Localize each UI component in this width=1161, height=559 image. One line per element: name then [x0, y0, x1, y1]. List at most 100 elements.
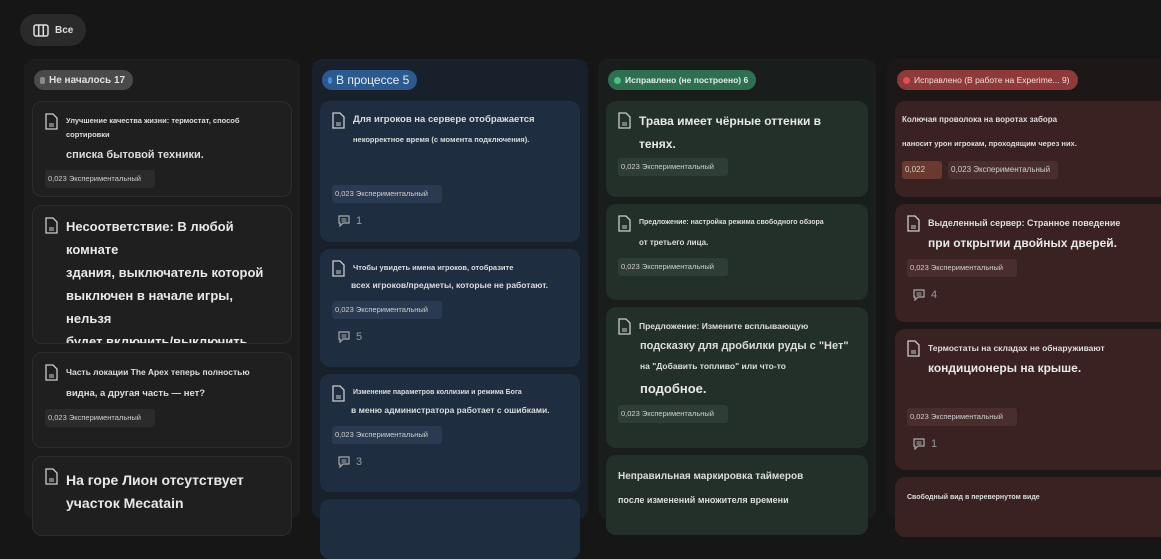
column-fixed-in-experimental: Исправлено (В работе на Experime... 9) К… — [887, 59, 1161, 537]
card-title: Неправильная маркировка таймеров — [618, 471, 804, 482]
issue-card[interactable]: Улучшение качества жизни: термостат, спо… — [32, 101, 292, 197]
version-tag: 0,023 Экспериментальный — [332, 185, 442, 203]
column-title: В процессе 5 — [336, 73, 410, 87]
card-title: Улучшение качества жизни: термостат, спо… — [66, 116, 240, 139]
issue-card[interactable]: Термостаты на складах не обнаруживают ко… — [895, 329, 1161, 470]
issue-card[interactable]: На горе Лион отсутствует участок Mecatai… — [32, 456, 292, 536]
column-title: Исправлено (не построено) 6 — [625, 75, 749, 85]
document-icon — [45, 217, 58, 234]
column-title: Не началось 17 — [49, 74, 126, 86]
card-title-cont: на "Добавить топливо" или что-то — [640, 361, 786, 371]
issue-card[interactable]: Несоответствие: В любой комнате здания, … — [32, 205, 292, 344]
issue-card[interactable]: Предложение: настройка режима свободного… — [606, 204, 868, 300]
comment-count: 3 — [356, 456, 363, 468]
comment-count: 5 — [356, 331, 363, 343]
document-icon — [332, 260, 345, 277]
card-title-cont: в меню администратора работает с ошибкам… — [351, 405, 550, 415]
card-title: Часть локации The Apex теперь полностью — [66, 367, 250, 377]
card-title: Трава имеет чёрные оттенки в — [639, 114, 822, 128]
card-title-cont: выключен в начале игры, нельзя — [66, 288, 233, 326]
status-dot — [328, 76, 332, 84]
issue-card[interactable]: Неправильная маркировка таймеров после и… — [606, 455, 868, 535]
comments-count[interactable]: 3 — [332, 456, 568, 468]
document-icon — [332, 112, 345, 129]
card-title: Предложение: Измените всплывающую — [639, 321, 809, 331]
card-title-cont: после изменений множителя времени — [618, 495, 789, 505]
issue-card[interactable]: Часть локации The Apex теперь полностью … — [32, 352, 292, 448]
card-title-cont: тенях. — [639, 137, 676, 151]
view-all-label: Все — [55, 24, 74, 36]
issue-card[interactable]: Предложение: Измените всплывающую подска… — [606, 307, 868, 448]
comment-icon — [913, 289, 925, 301]
columns-icon — [33, 23, 49, 37]
issue-card[interactable]: Изменение параметров коллизии и режима Б… — [320, 374, 580, 492]
version-tag: 0,023 Экспериментальный — [45, 409, 155, 427]
card-title: Термостаты на складах не обнаруживают — [928, 343, 1105, 353]
status-badge[interactable]: Исправлено (не построено) 6 — [608, 70, 757, 90]
status-dot — [903, 76, 910, 84]
card-title: Предложение: настройка режима свободного… — [639, 219, 824, 226]
card-title: Колючая проволока на воротах забора — [902, 115, 1058, 124]
comments-count[interactable]: 5 — [332, 331, 568, 343]
comments-count[interactable]: 1 — [332, 215, 568, 227]
card-title: Для игроков на сервере отображается — [353, 114, 535, 125]
issue-card[interactable]: Выделенный сервер: Странное поведение пр… — [895, 204, 1161, 322]
status-badge[interactable]: Не началось 17 — [34, 70, 134, 90]
document-icon — [618, 112, 631, 129]
card-title-cont: здания, выключатель которой — [66, 265, 264, 280]
card-title: Изменение параметров коллизии и режима Б… — [353, 389, 522, 396]
version-tag: 0,023 Экспериментальный — [45, 170, 155, 188]
comment-icon — [338, 331, 350, 343]
card-title-cont: некорректное время (с момента подключени… — [353, 135, 530, 144]
issue-card[interactable]: Трава имеет чёрные оттенки в тенях. 0,02… — [606, 101, 868, 197]
card-title: Несоответствие: В любой комнате — [66, 219, 234, 257]
comment-icon — [338, 456, 350, 468]
comment-count: 1 — [356, 215, 363, 227]
status-dot — [40, 76, 45, 84]
issue-card[interactable]: Чтобы увидеть имена игроков, отобразите … — [320, 249, 580, 367]
issue-card[interactable]: Для игроков на сервере отображается неко… — [320, 101, 580, 242]
status-badge[interactable]: В процессе 5 — [322, 70, 418, 90]
version-tag: 0,023 Экспериментальный — [907, 259, 1017, 277]
version-tag: 0,023 Экспериментальный — [948, 161, 1058, 179]
comment-icon — [913, 438, 925, 450]
card-title-cont: кондиционеры на крыше. — [928, 361, 1082, 375]
card-title-cont: наносит урон игрокам, проходящим через н… — [902, 139, 1077, 148]
comment-count: 4 — [931, 289, 938, 301]
card-title-cont: всех игроков/предметы, которые не работа… — [351, 280, 549, 290]
version-tag: 0,023 Экспериментальный — [332, 426, 442, 444]
document-icon — [618, 318, 631, 335]
card-title-cont: от третьего лица. — [639, 238, 709, 247]
card-title-cont: подобное. — [640, 381, 707, 396]
status-badge[interactable]: Исправлено (В работе на Experime... 9) — [897, 70, 1078, 90]
card-title-cont: подсказку для дробилки руды с "Нет" — [640, 340, 849, 352]
document-icon — [618, 215, 631, 232]
document-icon — [332, 385, 345, 402]
view-all-button[interactable]: Все — [20, 14, 86, 46]
comments-count[interactable]: 4 — [907, 289, 1161, 301]
column-in-progress: В процессе 5 Для игроков на сервере отоб… — [312, 59, 588, 559]
status-dot — [614, 76, 621, 84]
document-icon — [45, 113, 58, 130]
card-title-cont: видна, а другая часть — нет? — [66, 388, 206, 399]
comments-count[interactable]: 1 — [907, 438, 1161, 450]
version-tag: 0,023 Экспериментальный — [618, 405, 728, 423]
document-icon — [907, 340, 920, 357]
column-not-started: Не началось 17 Улучшение качества жизни:… — [24, 59, 300, 536]
card-title-cont: будет включить/выключить свет. — [66, 334, 248, 344]
version-tag: 0,023 Экспериментальный — [907, 408, 1017, 426]
card-title: Выделенный сервер: Странное поведение — [928, 218, 1121, 228]
document-icon — [907, 215, 920, 232]
column-title: Исправлено (В работе на Experime... 9) — [914, 75, 1070, 85]
document-icon — [45, 364, 58, 381]
card-title-cont: списка бытовой техники. — [66, 149, 204, 161]
issue-card[interactable] — [320, 499, 580, 559]
card-title-cont: при открытии двойных дверей. — [928, 236, 1118, 250]
version-tag: 0,023 Экспериментальный — [618, 258, 728, 276]
issue-card[interactable]: Колючая проволока на воротах забора нано… — [895, 101, 1161, 197]
comment-count: 1 — [931, 438, 938, 450]
comment-icon — [338, 215, 350, 227]
card-title: На горе Лион отсутствует — [66, 472, 244, 488]
column-fixed-not-built: Исправлено (не построено) 6 Трава имеет … — [598, 59, 876, 535]
issue-card[interactable]: Свободный вид в перевернутом виде — [895, 477, 1161, 537]
